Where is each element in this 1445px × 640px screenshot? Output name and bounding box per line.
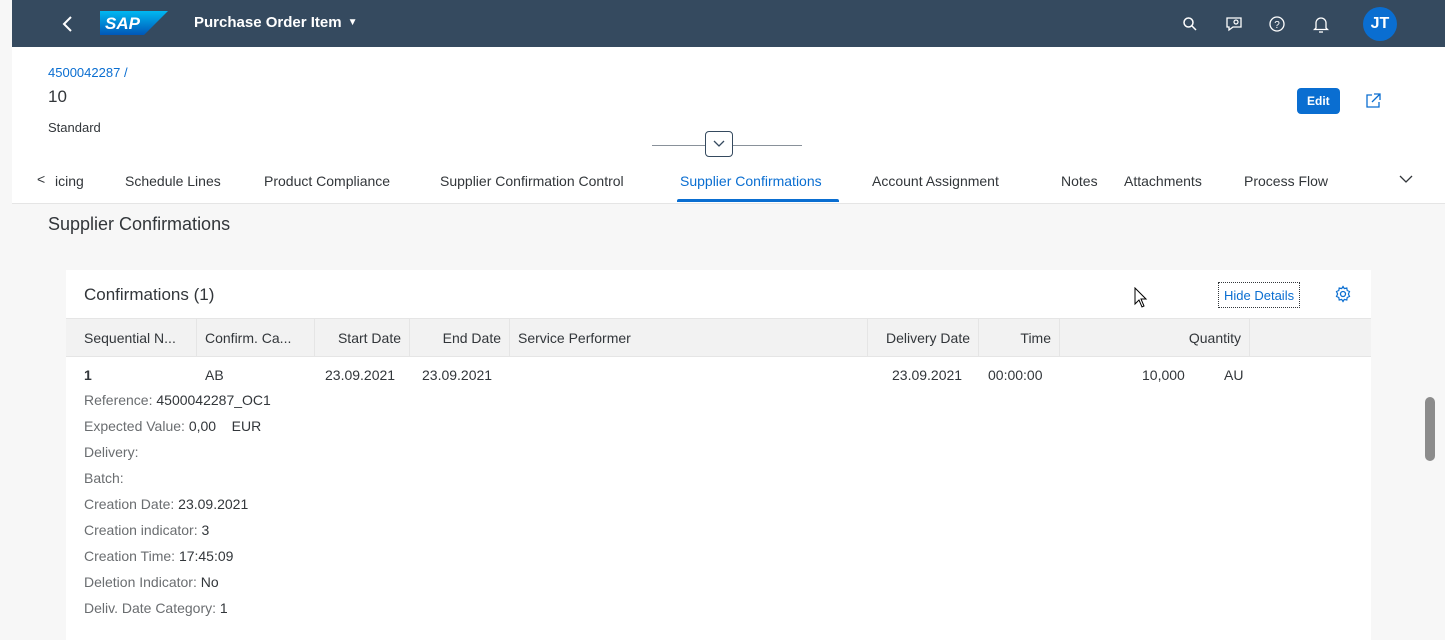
detail-creation-time: Creation Time: 17:45:09 <box>84 548 234 564</box>
detail-deletion-indicator: Deletion Indicator: No <box>84 574 219 590</box>
detail-expected-value: Expected Value: 0,00 EUR <box>84 418 262 434</box>
tab-account-assignment[interactable]: Account Assignment <box>872 173 999 189</box>
back-button[interactable] <box>54 10 82 38</box>
cell-unit: AU <box>1224 367 1244 383</box>
table-header: Sequential N... Confirm. Ca... Start Dat… <box>66 318 1371 357</box>
cell-category: AB <box>205 367 224 383</box>
breadcrumb-link[interactable]: 4500042287 <box>48 65 120 80</box>
table-title: Confirmations (1) <box>84 285 215 304</box>
tab-notes[interactable]: Notes <box>1061 173 1098 189</box>
cell-delivery-date: 23.09.2021 <box>892 367 963 383</box>
cell-end-date: 23.09.2021 <box>422 367 493 383</box>
breadcrumb: 4500042287 / <box>48 65 128 80</box>
help-icon: ? <box>1269 16 1285 32</box>
gear-icon <box>1335 285 1351 303</box>
column-header-end-date[interactable]: End Date <box>410 319 510 356</box>
active-tab-indicator <box>677 199 839 202</box>
table-row[interactable]: 1 AB 23.09.2021 23.09.2021 23.09.2021 00… <box>66 358 1371 640</box>
breadcrumb-separator: / <box>123 65 128 80</box>
cell-quantity: 10,000 <box>1142 367 1185 383</box>
mouse-cursor-icon <box>1134 286 1148 314</box>
detail-reference: Reference: 4500042287_OC1 <box>84 392 271 408</box>
column-header-confirm-category[interactable]: Confirm. Ca... <box>197 319 315 356</box>
cell-time: 00:00:00 <box>988 367 1043 383</box>
shell-bar: SAP Purchase Order Item ▼ ? JT <box>0 0 1445 47</box>
notifications-button[interactable] <box>1308 11 1334 37</box>
column-header-quantity[interactable]: Quantity <box>1060 319 1250 356</box>
collapse-header-button[interactable] <box>705 131 733 157</box>
cell-start-date: 23.09.2021 <box>325 367 396 383</box>
column-header-delivery-date[interactable]: Delivery Date <box>868 319 979 356</box>
page-title: 10 <box>48 87 67 106</box>
tab-supplier-confirmations[interactable]: Supplier Confirmations <box>680 173 822 189</box>
avatar[interactable]: JT <box>1363 7 1397 41</box>
share-icon <box>1366 93 1381 108</box>
hide-details-button[interactable]: Hide Details <box>1218 282 1301 308</box>
section-tabs: < icing Schedule Lines Product Complianc… <box>12 158 1445 204</box>
left-strip <box>0 0 12 47</box>
tab-product-compliance[interactable]: Product Compliance <box>264 173 390 189</box>
tab-process-flow[interactable]: Process Flow <box>1244 173 1328 189</box>
app-title: Purchase Order Item <box>194 14 342 31</box>
svg-text:?: ? <box>1274 20 1280 31</box>
column-header-time[interactable]: Time <box>979 319 1060 356</box>
detail-creation-indicator: Creation indicator: 3 <box>84 522 210 538</box>
column-header-sequential[interactable]: Sequential N... <box>66 319 197 356</box>
search-icon <box>1183 17 1197 31</box>
help-button[interactable]: ? <box>1264 11 1290 37</box>
chevron-down-icon <box>713 140 725 147</box>
cell-seq: 1 <box>84 367 92 383</box>
detail-deliv-date-category: Deliv. Date Category: 1 <box>84 600 228 616</box>
section-title: Supplier Confirmations <box>48 214 231 234</box>
notification-icon <box>1313 17 1329 33</box>
tab-pricing[interactable]: icing <box>55 173 84 189</box>
tab-attachments[interactable]: Attachments <box>1124 173 1202 189</box>
tab-supplier-confirmation-control[interactable]: Supplier Confirmation Control <box>440 173 624 189</box>
column-header-service-performer[interactable]: Service Performer <box>510 319 868 356</box>
sap-logo: SAP <box>100 11 168 35</box>
feedback-button[interactable] <box>1221 11 1247 37</box>
search-button[interactable] <box>1177 11 1203 37</box>
edit-button[interactable]: Edit <box>1297 88 1340 114</box>
tab-overflow-button[interactable] <box>1398 172 1414 190</box>
tab-schedule-lines[interactable]: Schedule Lines <box>125 173 221 189</box>
feedback-icon <box>1226 17 1242 32</box>
vertical-scrollbar[interactable] <box>1425 397 1435 461</box>
chevron-down-icon <box>1399 175 1413 183</box>
confirmations-table: Confirmations (1) Hide Details Sequentia… <box>66 270 1371 640</box>
page-subtitle: Standard <box>48 120 101 135</box>
column-header-start-date[interactable]: Start Date <box>315 319 410 356</box>
tab-scroll-left-icon[interactable]: < <box>37 171 45 187</box>
logo-text: SAP <box>105 14 141 33</box>
detail-creation-date: Creation Date: 23.09.2021 <box>84 496 249 512</box>
detail-delivery: Delivery: <box>84 444 139 460</box>
table-settings-button[interactable] <box>1332 283 1354 305</box>
back-icon <box>62 16 72 32</box>
share-button[interactable] <box>1361 89 1385 113</box>
caret-down-icon: ▼ <box>347 17 358 28</box>
app-title-menu[interactable]: Purchase Order Item ▼ <box>194 14 357 31</box>
detail-batch: Batch: <box>84 470 124 486</box>
